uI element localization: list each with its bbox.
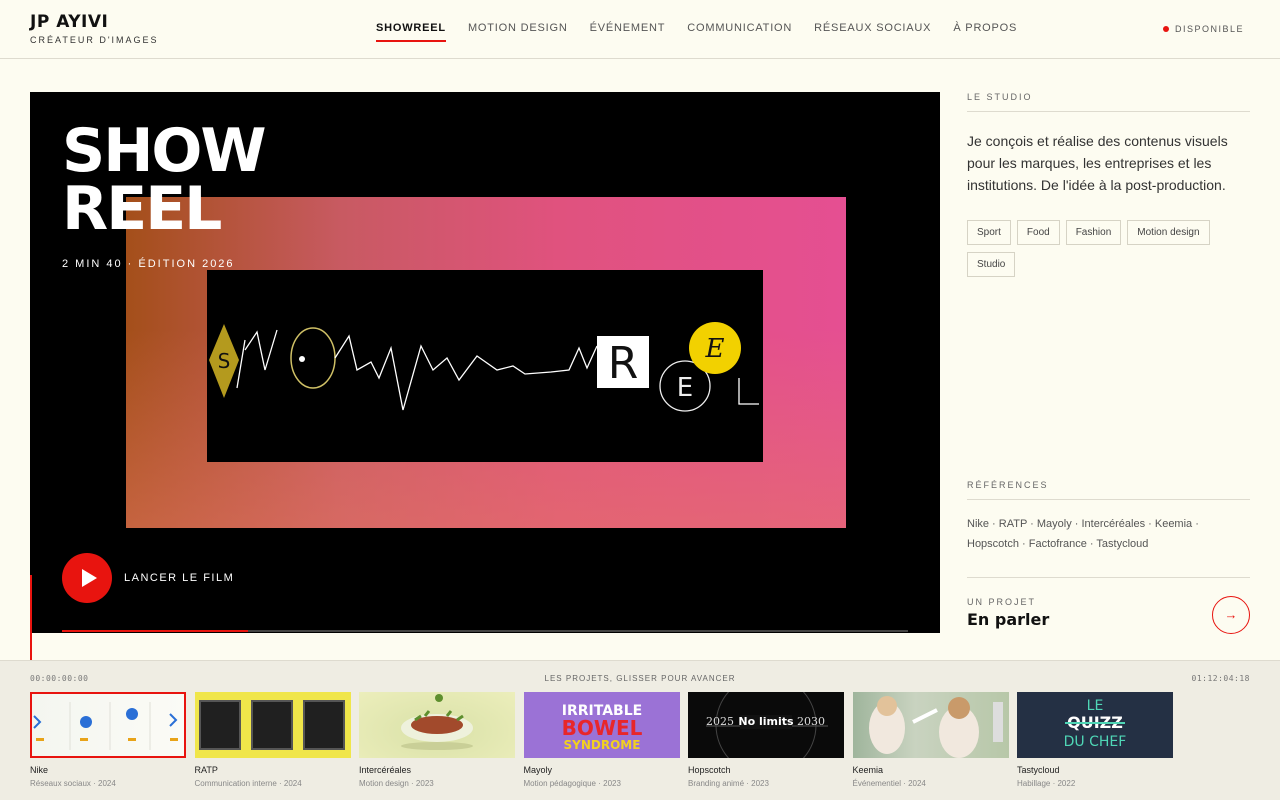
clip-nike[interactable]: Nike Réseaux sociaux · 2024 [30,692,186,788]
showreel-video-player[interactable]: S R E E SHOW REEL 2 MIN 40 · ÉDITION 202… [30,92,940,633]
clip-title: Hopscotch [688,765,731,775]
video-inner-screen: S R E E [207,270,763,462]
availability-status: DISPONIBLE [1162,24,1244,34]
hopscotch-thumb-title: No limits [738,715,794,728]
tag-food[interactable]: Food [1016,220,1060,245]
status-dot-icon [1162,26,1169,32]
references-section-header: RÉFÉRENCES [967,480,1250,500]
nav-item-communication[interactable]: COMMUNICATION [687,22,792,42]
clip-mayoly[interactable]: IRRITABLE BOWEL SYNDROME Mayoly Motion p… [523,692,680,788]
tag-list: Sport Food Fashion Motion design Studio [967,220,1250,284]
video-meta: 2 MIN 40 · ÉDITION 2026 [62,258,235,270]
scribble-letter-s: S [218,349,231,373]
clip-hopscotch[interactable]: 2025 No limits 2030 Hopscotch Branding a… [688,692,844,788]
timeline-hint: LES PROJETS, GLISSER POUR AVANCER [544,674,736,683]
tag-sport[interactable]: Sport [967,220,1011,245]
clip-title: RATP [194,765,218,775]
status-label: DISPONIBLE [1174,24,1244,34]
tag-fashion[interactable]: Fashion [1065,220,1122,245]
showreel-scribble-artwork: S R E E [209,322,759,412]
clip-keemia[interactable]: Keemia Événementiel · 2024 [852,692,1009,788]
video-title-line2: REEL [62,174,222,244]
clip-title: Nike [30,765,49,775]
hopscotch-thumb-year-start: 2025 [706,715,734,728]
nav-item-evenement[interactable]: ÉVÉNEMENT [590,22,666,42]
project-timeline[interactable]: 00:00:00:00 LES PROJETS, GLISSER POUR AV… [0,660,1280,800]
studio-section-header: LE STUDIO [967,92,1250,112]
nav-item-showreel[interactable]: SHOWREEL [376,22,446,42]
scribble-letter-r: R [608,338,639,389]
references-list: Nike · RATP · Mayoly · Intercéréales · K… [967,518,1199,550]
clip-ratp[interactable]: RATP Communication interne · 2024 [194,692,351,788]
cta-title[interactable]: En parler [967,610,1049,629]
contact-cta-button[interactable]: → [1212,596,1250,634]
clip-title: Mayoly [523,765,553,775]
mayoly-thumb-line2: BOWEL [561,716,642,740]
brand-tagline: CRÉATEUR D'IMAGES [30,35,159,45]
cta-kicker: UN PROJET [967,597,1037,607]
nav-item-reseaux-sociaux[interactable]: RÉSEAUX SOCIAUX [814,22,931,42]
clip-meta: Motion pédagogique · 2023 [523,779,621,788]
clip-meta: Communication interne · 2024 [194,779,302,788]
main-nav: SHOWREEL MOTION DESIGN ÉVÉNEMENT COMMUNI… [376,22,1039,42]
mayoly-thumb-line3: SYNDROME [563,738,640,752]
clip-thumbnail-intercereales [359,692,515,758]
clip-title: Tastycloud [1017,765,1060,775]
site-header: JP AYIVI CRÉATEUR D'IMAGES SHOWREEL MOTI… [0,0,1280,59]
clip-thumbnail-ratp [194,692,351,758]
studio-heading: LE STUDIO [967,92,1250,112]
tastycloud-thumb-line3: DU CHEF [1064,734,1127,750]
clip-thumbnail-hopscotch: 2025 No limits 2030 [688,692,844,758]
video-title-line1: SHOW [62,116,267,186]
video-frame-gradient: S R E E [126,197,846,528]
nav-item-a-propos[interactable]: À PROPOS [953,22,1017,42]
tag-motion-design[interactable]: Motion design [1127,220,1210,245]
hopscotch-thumb-year-end: 2030 [797,715,825,728]
sidebar-divider [967,577,1250,578]
brand-name[interactable]: JP AYIVI [30,13,159,31]
timeline-playhead[interactable] [30,575,32,660]
video-progress-fill [62,630,249,632]
arrow-right-icon: → [1224,607,1238,622]
clip-meta: Habillage · 2022 [1017,779,1076,788]
nav-item-motion-design[interactable]: MOTION DESIGN [468,22,568,42]
studio-description: Je conçois et réalise des contenus visue… [967,133,1228,193]
video-title: SHOW REEL [62,116,267,244]
scribble-letter-e2: E [705,334,725,364]
clip-tastycloud[interactable]: LE QUIZZ DU CHEF Tastycloud Habillage · … [1017,692,1173,788]
clip-meta: Réseaux sociaux · 2024 [30,779,116,788]
play-button-label[interactable]: LANCER LE FILM [124,572,234,584]
clip-title: Keemia [852,765,884,775]
timeline-clips: Nike Réseaux sociaux · 2024 RATP Communi… [30,692,1182,788]
tastycloud-thumb-line1: LE [1087,698,1104,714]
clip-meta: Motion design · 2023 [359,779,434,788]
clip-thumbnail-tastycloud: LE QUIZZ DU CHEF [1017,692,1173,758]
references-heading: RÉFÉRENCES [967,480,1250,500]
clip-intercereales[interactable]: Intercéréales Motion design · 2023 [359,692,515,788]
clip-thumbnail-keemia [852,692,1009,758]
video-progress-bar[interactable] [62,630,908,632]
scribble-letter-e1: E [677,373,693,403]
brand-logo[interactable]: JP AYIVI CRÉATEUR D'IMAGES [30,13,159,45]
clip-thumbnail-nike [30,692,186,758]
play-button[interactable] [62,553,112,603]
tag-studio[interactable]: Studio [967,252,1016,277]
clip-meta: Événementiel · 2024 [852,779,926,788]
timeline-end-time: 01:12:04:18 [1191,674,1250,683]
clip-thumbnail-mayoly: IRRITABLE BOWEL SYNDROME [523,692,680,758]
clip-title: Intercéréales [359,765,412,775]
clip-meta: Branding animé · 2023 [688,779,769,788]
